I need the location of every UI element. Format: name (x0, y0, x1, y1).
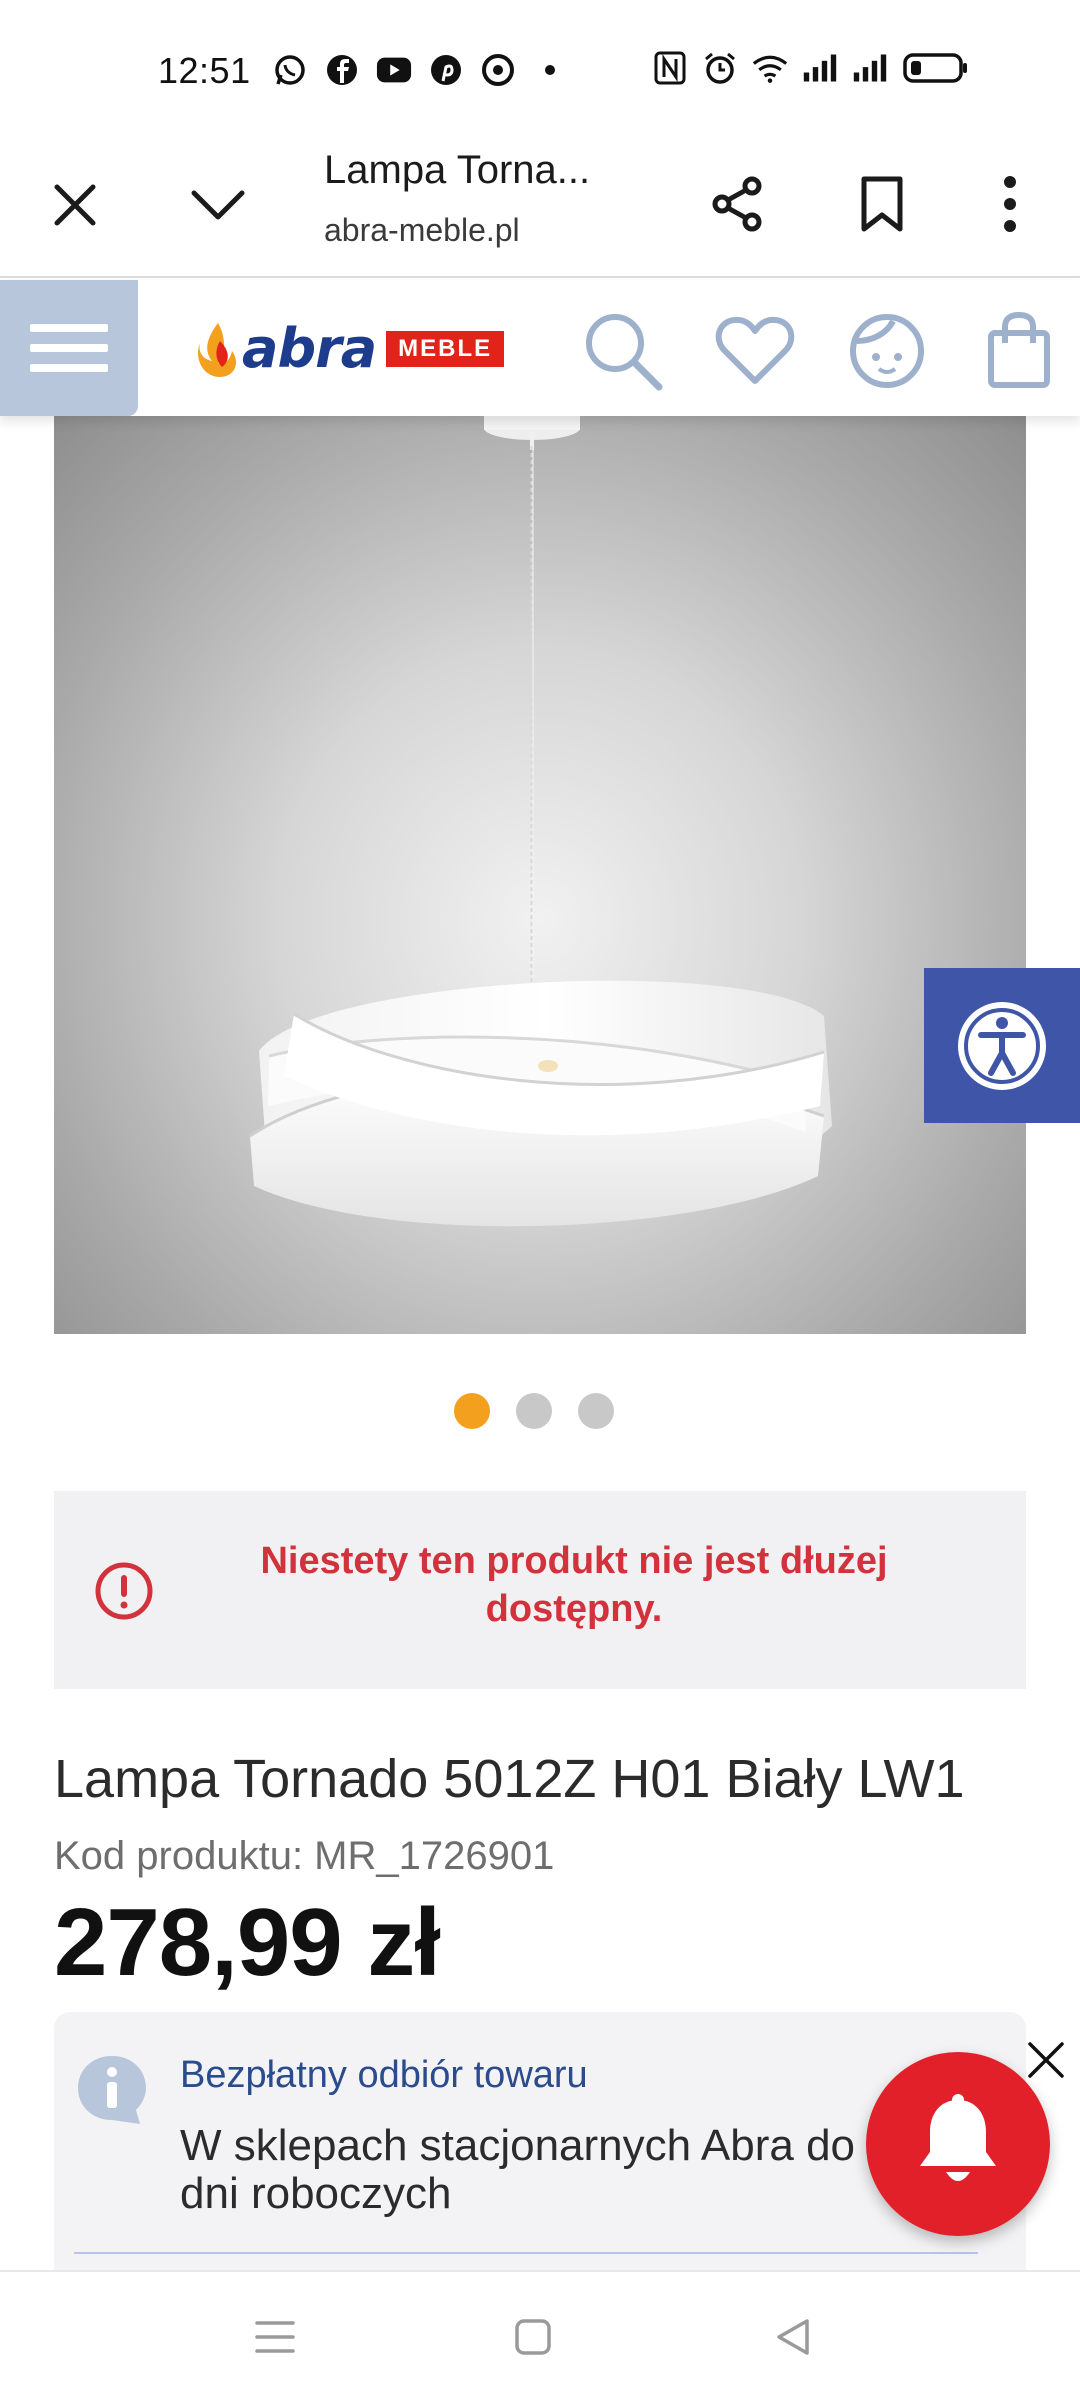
menu-button[interactable] (0, 280, 138, 416)
status-time: 12:51 (158, 50, 251, 91)
chevron-down-icon[interactable] (178, 170, 258, 240)
error-icon (94, 1561, 154, 1621)
system-icons (652, 50, 970, 86)
logo-word: abra (242, 317, 377, 380)
system-navigation-bar (0, 2270, 1080, 2400)
accessibility-icon (958, 1001, 1046, 1090)
more-options-icon[interactable] (972, 166, 1048, 242)
signal-icon (852, 50, 888, 86)
pinterest-icon (428, 52, 464, 88)
product-price: 278,99 zł (54, 1889, 441, 1996)
bell-icon (920, 2094, 996, 2181)
gallery-dot-3[interactable] (578, 1393, 614, 1429)
logo-flame-icon (196, 321, 240, 377)
browser-toolbar: Lampa Torna... abra-meble.pl (0, 140, 1080, 278)
abra-logo[interactable]: abra MEBLE (196, 316, 505, 382)
whatsapp-icon (272, 52, 308, 88)
search-icon[interactable] (578, 306, 668, 396)
pickup-text: W sklepach stacjonarnych Abra do dni rob… (180, 2121, 856, 2218)
heart-icon[interactable] (710, 306, 800, 396)
status-bar: 12:51 (0, 0, 1080, 140)
share-icon[interactable] (700, 166, 776, 242)
product-title: Lampa Tornado 5012Z H01 Biały LW1 (54, 1749, 965, 1809)
dot-icon (532, 52, 568, 88)
notifications-button[interactable] (866, 2052, 1050, 2236)
notification-icons (272, 52, 568, 88)
info-icon (74, 2052, 150, 2128)
logo-badge: MEBLE (386, 331, 505, 367)
divider (74, 2252, 978, 2254)
page-title: Lampa Torna... (324, 148, 591, 192)
cart-icon[interactable] (974, 306, 1064, 396)
site-header: abra MEBLE (0, 280, 1080, 416)
battery-icon (902, 50, 970, 86)
recent-apps-icon[interactable] (238, 2300, 312, 2374)
product-code: Kod produktu: MR_1726901 (54, 1834, 555, 1878)
alert-message: Niestety ten produkt nie jest dłużej dos… (260, 1540, 888, 1630)
back-icon[interactable] (756, 2300, 830, 2374)
close-icon[interactable] (1018, 2032, 1074, 2088)
page-url[interactable]: abra-meble.pl (324, 212, 520, 249)
facebook-icon (324, 52, 360, 88)
nfc-icon (652, 50, 688, 86)
pickup-title: Bezpłatny odbiór towaru (180, 2054, 588, 2096)
gallery-dot-2[interactable] (516, 1393, 552, 1429)
youtube-icon (376, 52, 412, 88)
signal-icon (802, 50, 838, 86)
product-image[interactable] (54, 416, 1026, 1334)
chrome-icon (480, 52, 516, 88)
accessibility-button[interactable] (924, 968, 1080, 1123)
alarm-icon (702, 50, 738, 86)
gallery-pagination (454, 1393, 614, 1429)
account-icon[interactable] (842, 306, 932, 396)
unavailable-alert: Niestety ten produkt nie jest dłużej dos… (54, 1491, 1026, 1689)
wifi-icon (752, 50, 788, 86)
home-icon[interactable] (496, 2300, 570, 2374)
gallery-dot-1[interactable] (454, 1393, 490, 1429)
close-icon[interactable] (40, 170, 110, 240)
bookmark-icon[interactable] (844, 166, 920, 242)
